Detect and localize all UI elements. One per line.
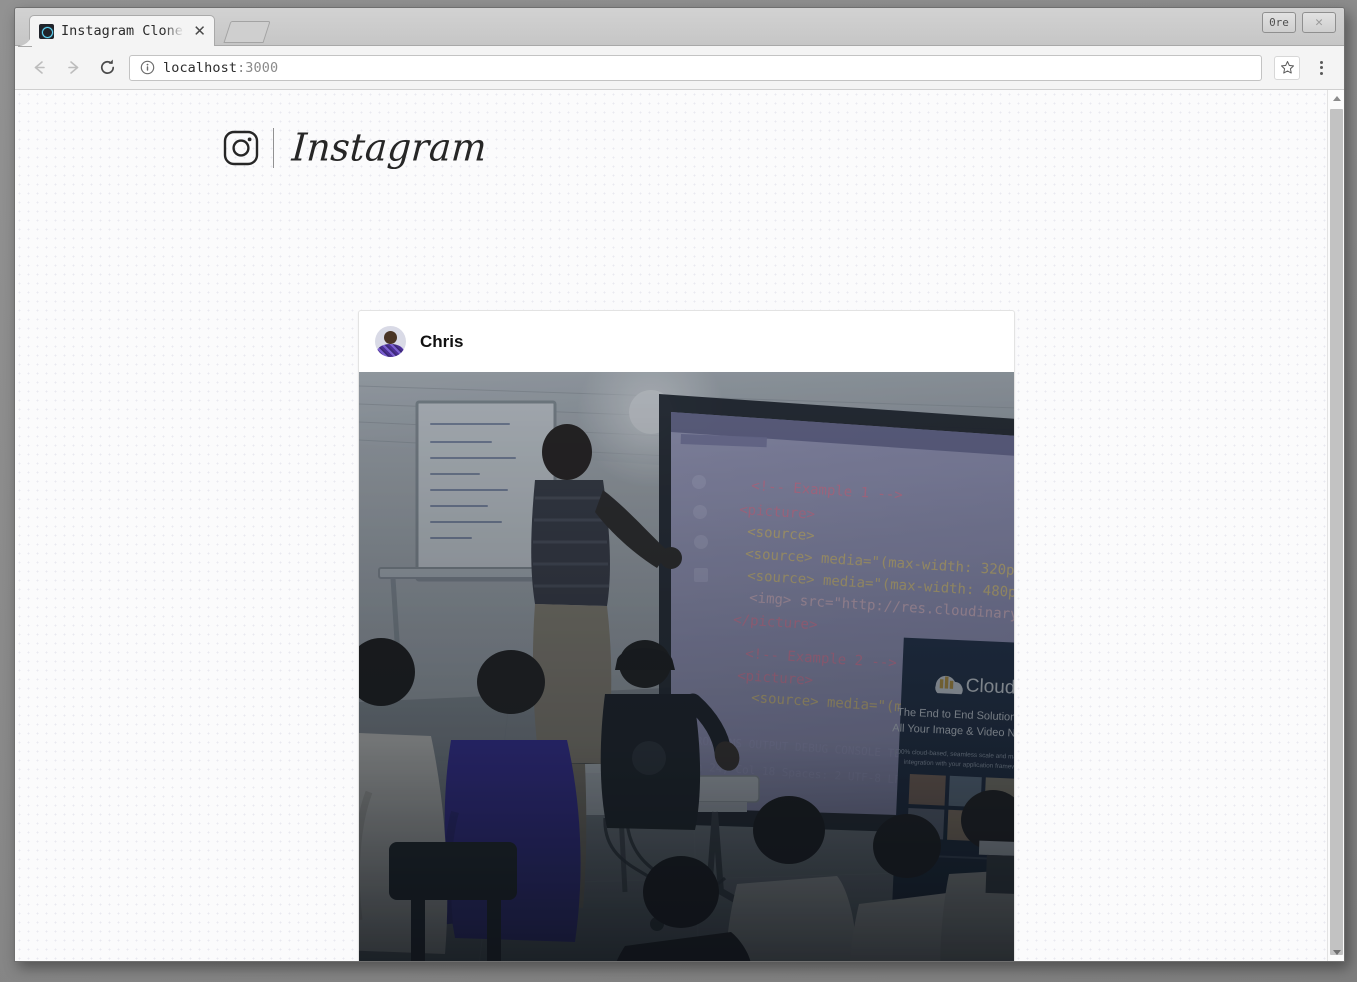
info-circle-icon[interactable] <box>139 60 155 76</box>
react-logo-icon <box>39 23 54 39</box>
browser-tab-instagram-clone[interactable]: Instagram Clone ✕ <box>18 15 215 47</box>
star-icon[interactable] <box>1274 55 1300 80</box>
address-bar[interactable]: localhost:3000 <box>129 54 1262 81</box>
post-card: Chris <box>358 310 1015 961</box>
post-header: Chris <box>359 311 1014 372</box>
scroll-thumb[interactable] <box>1330 109 1343 955</box>
close-icon[interactable]: ✕ <box>191 24 208 39</box>
reload-icon[interactable] <box>95 56 119 80</box>
window-controls: 0re ✕ <box>1262 12 1336 33</box>
page-viewport: Instagram Chris <box>15 90 1344 961</box>
back-button[interactable] <box>27 56 51 80</box>
site-wordmark: Instagram <box>290 125 489 170</box>
desktop-background: Instagram Clone ✕ 0re ✕ localhost:3000 I… <box>0 0 1357 982</box>
caret-up-icon[interactable] <box>1328 90 1344 107</box>
url-host: localhost <box>163 59 238 76</box>
browser-toolbar: localhost:3000 <box>15 46 1344 90</box>
tab-strip: Instagram Clone ✕ 0re ✕ <box>15 8 1344 47</box>
three-dot-menu-icon[interactable] <box>1310 56 1332 80</box>
tab-title: Instagram Clone <box>61 23 183 39</box>
forward-button[interactable] <box>61 56 85 80</box>
browser-window: Instagram Clone ✕ 0re ✕ localhost:3000 I… <box>14 7 1345 962</box>
avatar[interactable] <box>375 326 406 357</box>
caret-down-icon[interactable] <box>1328 944 1344 961</box>
vertical-scrollbar[interactable] <box>1327 90 1344 961</box>
new-tab-button[interactable] <box>223 21 271 43</box>
header-divider <box>273 127 274 168</box>
close-window-button[interactable]: ✕ <box>1302 12 1336 33</box>
url-port: :3000 <box>237 59 279 76</box>
restore-button[interactable]: 0re <box>1262 12 1296 33</box>
post-author-name[interactable]: Chris <box>420 332 463 352</box>
url-text: localhost:3000 <box>163 60 278 76</box>
site-header: Instagram <box>15 90 1344 170</box>
instagram-camera-icon[interactable] <box>223 130 259 166</box>
post-photo[interactable]: <!-- Example 1 --> <picture> <source> <s… <box>359 372 1014 961</box>
